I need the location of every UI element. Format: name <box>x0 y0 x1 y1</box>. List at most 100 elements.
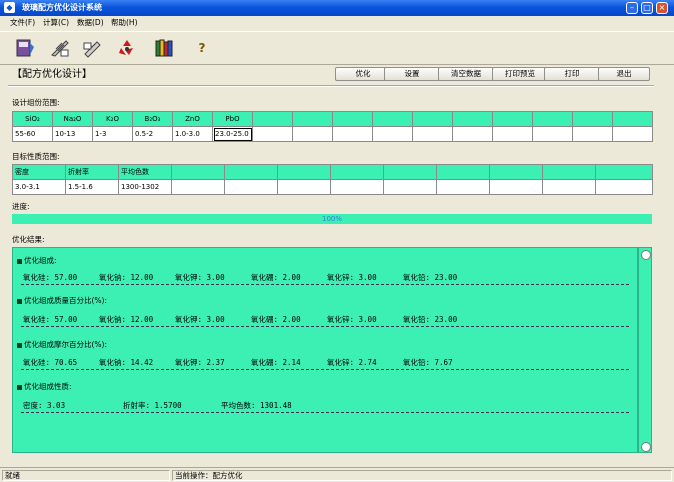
composition-cell-empty[interactable] <box>372 126 413 142</box>
divider <box>8 85 654 87</box>
menu-help[interactable]: 帮助(H) <box>111 18 138 28</box>
result-item: 氧化锌: 2.74 <box>327 358 377 367</box>
composition-cell-empty[interactable] <box>572 126 613 142</box>
composition-cell[interactable]: 10-13 <box>52 126 93 142</box>
scroll-down-icon[interactable] <box>641 442 651 452</box>
book-icon[interactable] <box>13 36 37 60</box>
result-item: 氧化硅: 57.00 <box>23 273 78 282</box>
recycle-icon[interactable] <box>115 36 139 60</box>
properties-cell-empty[interactable] <box>330 179 384 195</box>
clear-data-button[interactable]: 清空数据 <box>438 67 494 81</box>
books-icon[interactable] <box>152 36 176 60</box>
result-section-title: 优化组成性质: <box>17 382 72 392</box>
composition-header-empty <box>532 111 573 127</box>
composition-header: ZnO <box>172 111 213 127</box>
properties-header-empty <box>171 164 225 180</box>
composition-header-empty <box>492 111 533 127</box>
composition-cell-empty[interactable] <box>292 126 333 142</box>
properties-header-empty <box>224 164 278 180</box>
composition-cell[interactable]: 1.0-3.0 <box>172 126 213 142</box>
help-icon[interactable]: ? <box>190 36 214 60</box>
properties-cell-empty[interactable] <box>277 179 331 195</box>
properties-cell[interactable]: 1.5-1.6 <box>65 179 119 195</box>
composition-cell-empty[interactable] <box>612 126 653 142</box>
properties-header-empty <box>277 164 331 180</box>
composition-header: Na₂O <box>52 111 93 127</box>
composition-cell[interactable]: 55-60 <box>12 126 53 142</box>
properties-cell[interactable]: 1300-1302 <box>118 179 172 195</box>
print-preview-button[interactable]: 打印预览 <box>492 67 548 81</box>
menu-calculate[interactable]: 计算(C) <box>43 18 69 28</box>
optimize-button[interactable]: 优化 <box>335 67 391 81</box>
properties-cell-empty[interactable] <box>383 179 437 195</box>
result-section-title-text: 优化组成质量百分比(%): <box>24 296 108 305</box>
result-items-row: 氧化硅: 57.00 氧化钠: 12.00 氧化钾: 3.00 氧化硼: 2.0… <box>21 272 629 285</box>
result-items-row: 氧化硅: 70.65 氧化钠: 14.42 氧化钾: 2.37 氧化硼: 2.1… <box>21 357 629 370</box>
properties-header: 折射率 <box>65 164 119 180</box>
properties-cell-empty[interactable] <box>171 179 225 195</box>
help-glyph: ? <box>198 41 206 55</box>
composition-cell-selected[interactable]: 23.0-25.0 <box>212 126 253 142</box>
properties-header-empty <box>436 164 490 180</box>
print-button[interactable]: 打印 <box>544 67 600 81</box>
feather-icon[interactable] <box>48 36 72 60</box>
properties-cell-empty[interactable] <box>542 179 596 195</box>
result-item: 氧化钾: 3.00 <box>175 315 225 324</box>
scroll-up-icon[interactable] <box>641 250 651 260</box>
results-scrollbar[interactable] <box>638 247 652 453</box>
result-section-title: 优化组成质量百分比(%): <box>17 296 107 306</box>
progress-label: 进度: <box>12 202 30 211</box>
result-item: 折射率: 1.5700 <box>123 401 182 410</box>
composition-cell-empty[interactable] <box>252 126 293 142</box>
composition-cell[interactable]: 0.5-2 <box>132 126 173 142</box>
bullet-icon <box>17 342 22 348</box>
properties-cell-empty[interactable] <box>224 179 278 195</box>
bullet-icon <box>17 258 22 264</box>
composition-cell-empty[interactable] <box>412 126 453 142</box>
composition-header-empty <box>252 111 293 127</box>
properties-header-empty <box>595 164 653 180</box>
result-section-title: 优化组成摩尔百分比(%): <box>17 340 107 350</box>
result-items-row: 氧化硅: 57.00 氧化钠: 12.00 氧化钾: 3.00 氧化硼: 2.0… <box>21 314 629 327</box>
composition-header-empty <box>372 111 413 127</box>
exit-button[interactable]: 退出 <box>598 67 650 81</box>
result-item: 氧化硼: 2.00 <box>251 315 301 324</box>
properties-grid: 密度 折射率 平均色数 3.0-3.1 1.5-1.6 1300-1302 <box>12 164 653 195</box>
close-button[interactable]: × <box>656 2 668 14</box>
result-item: 氧化铅: 23.00 <box>403 315 458 324</box>
composition-header: B₂O₃ <box>132 111 173 127</box>
minimize-button[interactable]: – <box>626 2 638 14</box>
properties-cell[interactable]: 3.0-3.1 <box>12 179 66 195</box>
properties-cell-empty[interactable] <box>489 179 543 195</box>
result-item: 氧化硅: 57.00 <box>23 315 78 324</box>
result-item: 氧化硼: 2.00 <box>251 273 301 282</box>
status-bar: 就绪 当前操作：配方优化 <box>0 467 674 482</box>
properties-cell-empty[interactable] <box>595 179 653 195</box>
result-item: 氧化锌: 3.00 <box>327 315 377 324</box>
result-section-title-text: 优化组成性质: <box>24 382 72 391</box>
composition-header-empty <box>612 111 653 127</box>
result-item: 氧化钾: 2.37 <box>175 358 225 367</box>
composition-header-empty <box>412 111 453 127</box>
status-ready: 就绪 <box>2 470 170 481</box>
settings-button[interactable]: 设置 <box>384 67 440 81</box>
window-title: 玻璃配方优化设计系统 <box>22 3 102 12</box>
composition-cell-empty[interactable] <box>492 126 533 142</box>
results-panel: 优化组成: 氧化硅: 57.00 氧化钠: 12.00 氧化钾: 3.00 氧化… <box>12 247 638 453</box>
menu-data[interactable]: 数据(D) <box>77 18 104 28</box>
quill-icon[interactable] <box>80 36 104 60</box>
properties-header-empty <box>542 164 596 180</box>
menu-file[interactable]: 文件(F) <box>10 18 35 28</box>
composition-cell-empty[interactable] <box>452 126 493 142</box>
page-title: 【配方优化设计】 <box>12 69 92 80</box>
composition-cell[interactable]: 1-3 <box>92 126 133 142</box>
result-item: 氧化锌: 3.00 <box>327 273 377 282</box>
maximize-button[interactable]: □ <box>641 2 653 14</box>
properties-header-empty <box>489 164 543 180</box>
composition-label: 设计组份范围: <box>12 98 60 107</box>
composition-cell-empty[interactable] <box>532 126 573 142</box>
title-bar: ◆ 玻璃配方优化设计系统 – □ × <box>0 0 674 16</box>
properties-cell-empty[interactable] <box>436 179 490 195</box>
composition-cell-empty[interactable] <box>332 126 373 142</box>
bullet-icon <box>17 298 22 304</box>
